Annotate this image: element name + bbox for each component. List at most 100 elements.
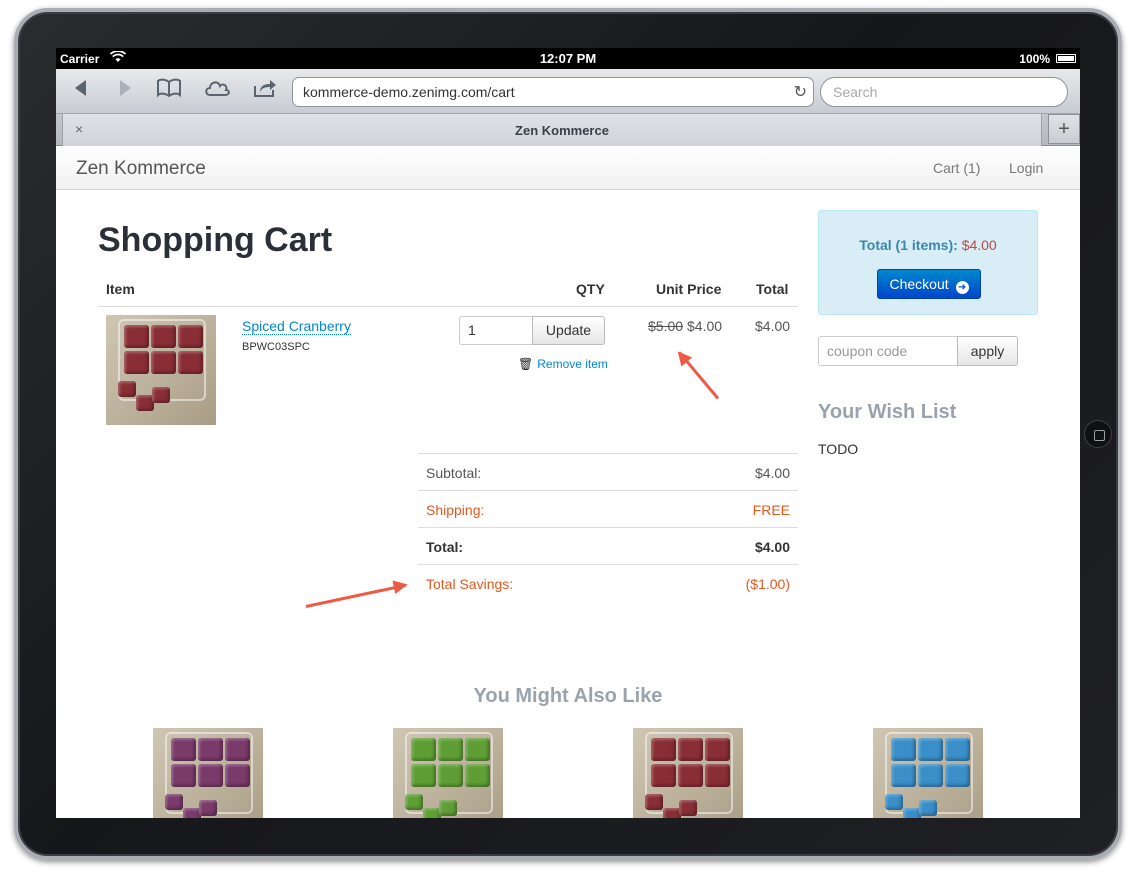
summary-divider <box>418 453 798 454</box>
wax-cube <box>705 738 730 761</box>
wax-cube <box>171 764 196 787</box>
shipping-value: FREE <box>752 502 790 518</box>
forward-icon[interactable] <box>110 78 140 104</box>
recommendations-title: You Might Also Like <box>473 685 663 707</box>
cart-total-line: Total (1 items): $4.00 <box>819 237 1037 253</box>
icloud-tabs-icon[interactable] <box>202 78 232 104</box>
tab-title: Zen Kommerce <box>515 123 609 138</box>
wax-cube <box>165 794 183 810</box>
wax-cube <box>918 738 943 761</box>
status-bar: Carrier 12:07 PM 100% <box>56 48 1080 69</box>
tab-bar: × Zen Kommerce + <box>56 114 1080 146</box>
apply-coupon-button[interactable]: apply <box>957 336 1018 366</box>
total-value: $4.00 <box>754 539 790 555</box>
product-image[interactable] <box>106 315 216 425</box>
quantity-input[interactable]: 1 <box>459 316 533 345</box>
home-button[interactable] <box>1084 420 1112 448</box>
bookmarks-icon[interactable] <box>154 78 184 104</box>
search-input[interactable]: Search <box>820 77 1068 107</box>
recommended-product-image[interactable] <box>633 728 743 818</box>
wax-cube <box>465 764 490 787</box>
wax-cube <box>151 325 176 348</box>
wax-cube <box>918 764 943 787</box>
cart-total-label: Total (1 items): <box>859 237 958 253</box>
wax-cube <box>178 325 203 348</box>
total-label: Total: <box>426 539 464 555</box>
browser-toolbar: kommerce-demo.zenimg.com/cart ↻ Search <box>56 69 1080 114</box>
coupon-code-input[interactable]: coupon code <box>818 336 958 366</box>
wishlist-title: Your Wish List <box>818 401 957 423</box>
recommended-product-image[interactable] <box>873 728 983 818</box>
page-title: Shopping Cart <box>98 221 333 259</box>
wax-cube <box>678 764 703 787</box>
login-link[interactable]: Login <box>1009 160 1043 176</box>
total-savings-value: ($1.00) <box>745 576 790 592</box>
line-total: $4.00 <box>755 318 791 334</box>
wax-cube <box>411 738 436 761</box>
wax-melt-graphic <box>393 728 503 818</box>
summary-divider <box>418 527 798 528</box>
recommended-product-image[interactable] <box>153 728 263 818</box>
recommended-product-image[interactable] <box>393 728 503 818</box>
checkout-label: Checkout <box>889 276 949 292</box>
site-navbar: Zen Kommerce Cart (1) Login <box>56 146 1080 190</box>
url-text: kommerce-demo.zenimg.com/cart <box>303 84 515 100</box>
wax-melt-graphic <box>153 728 263 818</box>
back-icon[interactable] <box>66 78 96 104</box>
remove-item-label: Remove item <box>537 357 608 371</box>
original-price: $5.00 <box>648 318 684 334</box>
wax-melt-graphic <box>873 728 983 818</box>
wax-cube <box>438 764 463 787</box>
wax-cube <box>225 738 250 761</box>
trash-icon: 🗑 <box>518 357 534 371</box>
summary-divider <box>418 564 798 565</box>
reload-icon[interactable]: ↻ <box>794 82 807 102</box>
shipping-label: Shipping: <box>426 502 485 518</box>
subtotal-value: $4.00 <box>754 465 790 481</box>
subtotal-label: Subtotal: <box>426 465 482 481</box>
wax-cube <box>151 351 176 374</box>
wax-cube <box>891 738 916 761</box>
wax-cube <box>919 800 937 816</box>
wax-cube <box>945 738 970 761</box>
column-header-total: Total <box>756 281 789 297</box>
column-header-unit-price: Unit Price <box>656 281 722 297</box>
wax-cube <box>651 764 676 787</box>
wax-cube <box>465 738 490 761</box>
screen: Carrier 12:07 PM 100% kommerce-demo.zeni… <box>56 48 1080 818</box>
wax-cube <box>171 738 196 761</box>
site-brand[interactable]: Zen Kommerce <box>76 158 206 180</box>
product-sku: BPWC03SPC <box>242 341 310 353</box>
wax-cube <box>439 800 457 816</box>
wishlist-body: TODO <box>818 441 859 457</box>
annotation-arrow-price <box>678 351 720 400</box>
wax-cube <box>891 764 916 787</box>
new-tab-button[interactable]: + <box>1048 114 1080 144</box>
sale-price: $4.00 <box>687 318 723 334</box>
wax-cube <box>124 351 149 374</box>
share-icon[interactable] <box>250 78 280 104</box>
battery-icon <box>1056 54 1076 63</box>
update-button[interactable]: Update <box>532 316 605 345</box>
wax-cube <box>945 764 970 787</box>
column-header-qty: QTY <box>576 281 605 297</box>
wax-cube <box>152 387 170 403</box>
wax-cube <box>124 325 149 348</box>
cart-link[interactable]: Cart (1) <box>933 160 980 176</box>
annotation-arrow-savings <box>305 583 407 608</box>
wax-cube <box>885 794 903 810</box>
cart-total-box: Total (1 items): $4.00 Checkout ➜ <box>818 210 1038 315</box>
wax-cube <box>198 764 223 787</box>
total-savings-label: Total Savings: <box>426 576 514 592</box>
checkout-button[interactable]: Checkout ➜ <box>877 269 981 299</box>
coupon-placeholder: coupon code <box>827 343 908 359</box>
quantity-value: 1 <box>468 322 476 338</box>
clock: 12:07 PM <box>539 51 597 66</box>
address-bar[interactable]: kommerce-demo.zenimg.com/cart ↻ <box>292 77 814 107</box>
column-header-item: Item <box>106 281 135 297</box>
product-name-link[interactable]: Spiced Cranberry <box>242 318 351 335</box>
remove-item-link[interactable]: 🗑 Remove item <box>518 357 608 371</box>
header-divider <box>98 306 798 307</box>
wax-cube <box>705 764 730 787</box>
battery-percent: 100% <box>1019 52 1050 66</box>
